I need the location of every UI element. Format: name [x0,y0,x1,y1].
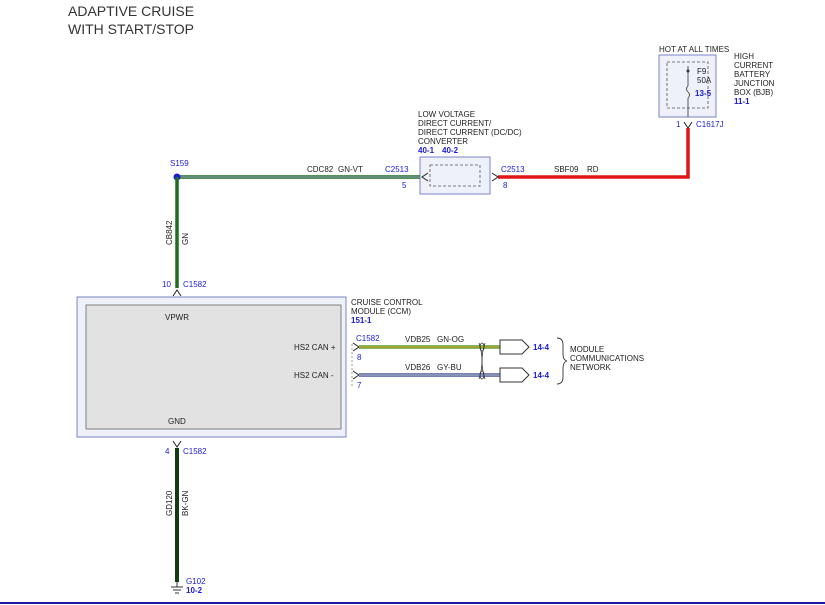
dcdc-ref1: 40-1 [418,146,435,155]
wire-vdb25-circuit: VDB25 [405,335,431,344]
network-brace [556,337,568,385]
bjb-name-line4: JUNCTION [734,79,775,88]
bjb-name-line3: BATTERY [734,70,771,79]
diagram-title-line1: ADAPTIVE CRUISE [68,3,194,19]
wire-gd120-color: BK-GN [181,490,190,516]
ccm-ref: 151-1 [351,316,372,325]
dcdc-right-arrow-icon [491,172,499,182]
ccm-name-line1: CRUISE CONTROL [351,298,423,307]
network-ref-minus: 14-4 [533,371,550,380]
dcdc-name-line4: CONVERTER [418,137,468,146]
dcdc-right-connector: C2513 [501,165,525,174]
ccm-top-arrow-icon [172,289,182,297]
ccm-bottom-connector: C1582 [183,447,207,456]
diagram-title-line2: WITH START/STOP [68,21,194,37]
dcdc-converter: LOW VOLTAGE DIRECT CURRENT/ DIRECT CURRE… [385,110,525,195]
network-name-line1: MODULE [570,345,604,354]
bjb-connector-arrow-icon [683,121,693,129]
wire-vdb25-color: GN-OG [437,335,464,344]
wire-cb842-circuit: CB842 [165,220,174,245]
fuse-ref: 13-5 [695,89,712,98]
hot-at-all-times-label: HOT AT ALL TIMES [659,45,729,54]
ccm-can-minus-arrow-icon [352,370,360,380]
bjb-connector: C1617J [696,120,724,129]
bjb-name-line5: BOX (BJB) [734,88,773,97]
dcdc-name-line3: DIRECT CURRENT (DC/DC) [418,128,522,137]
wire-vdb26-color: GY-BU [437,363,462,372]
ground-label: G102 [186,577,206,586]
dcdc-left-connector: C2513 [385,165,409,174]
ground-icon [171,582,183,594]
dcdc-left-pin: 5 [402,181,407,190]
wiring-diagram: ADAPTIVE CRUISE WITH START/STOP HOT AT A… [0,3,825,604]
ccm-top-pin: 10 [162,280,171,289]
wire-sbf09-color: RD [587,165,599,174]
ccm-vpwr-label: VPWR [165,313,189,322]
ccm-can-plus-pin: 8 [357,353,362,362]
bjb-pin: 1 [676,120,681,129]
ccm-can-plus-arrow-icon [352,342,360,352]
bjb-name-line1: HIGH [734,52,754,61]
network-name-line2: COMMUNICATIONS [570,354,644,363]
ccm-hs2-can-plus-label: HS2 CAN + [294,343,336,352]
wire-sbf09-circuit: SBF09 [554,165,579,174]
ccm-can-connector: C1582 [356,334,380,343]
ccm-bottom-pin: 4 [165,447,170,456]
ccm-bottom-arrow-icon [172,440,182,448]
ccm-hs2-can-minus-label: HS2 CAN - [294,371,334,380]
dcdc-name-line1: LOW VOLTAGE [418,110,475,119]
wire-cdc82-circuit: CDC82 [307,165,334,174]
fuse-label: F9 [697,67,707,76]
wire-cb842-color: GN [181,233,190,245]
dcdc-ref2: 40-2 [442,146,459,155]
network-ref-plus: 14-4 [533,343,550,352]
ccm-name-line2: MODULE (CCM) [351,307,411,316]
battery-junction-box: HOT AT ALL TIMES HIGH CURRENT BATTERY JU… [658,45,775,129]
dcdc-right-pin: 8 [503,181,508,190]
dcdc-name-line2: DIRECT CURRENT/ [418,119,492,128]
network-arrow-minus-icon [499,367,530,383]
dcdc-box [419,156,491,195]
ground-ref: 10-2 [186,586,203,595]
network-name-line3: NETWORK [570,363,612,372]
cruise-control-module: 10 C1582 VPWR GND HS2 CAN + HS2 CAN - CR… [76,280,423,456]
ccm-inner-box [85,304,342,430]
wire-gd120-circuit: GD120 [165,490,174,516]
ccm-can-minus-pin: 7 [357,381,362,390]
ccm-gnd-label: GND [168,417,186,426]
wire-cdc82-color: GN-VT [338,165,363,174]
fuse-node [686,69,690,73]
ccm-top-connector: C1582 [183,280,207,289]
bjb-ref: 11-1 [734,97,750,106]
fuse-amps: 50A [697,76,712,85]
splice-label: S159 [170,159,189,168]
network-arrow-plus-icon [499,339,530,355]
bjb-name-line2: CURRENT [734,61,773,70]
wire-vdb26-circuit: VDB26 [405,363,431,372]
